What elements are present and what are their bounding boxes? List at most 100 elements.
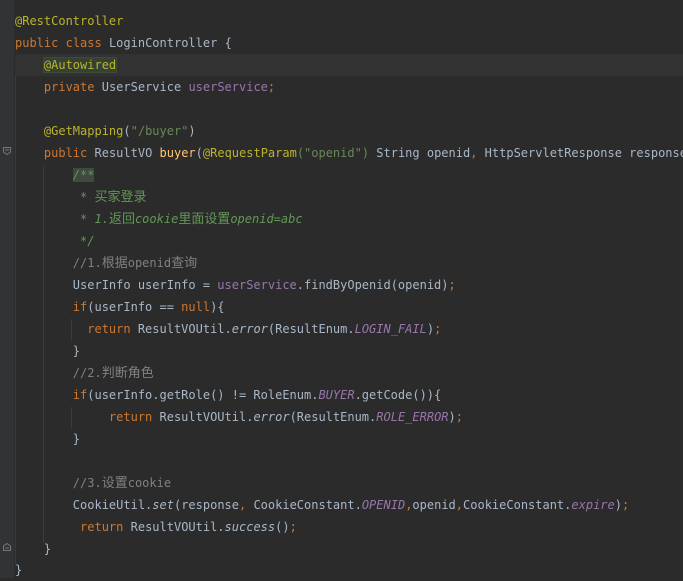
doc-comment: * 1. — [80, 212, 109, 226]
code-line[interactable]: * 买家登录 — [15, 186, 683, 208]
code-text: ResultVOUtil. — [130, 322, 232, 336]
code-line[interactable]: UserInfo userInfo = userService.findByOp… — [15, 274, 683, 296]
keyword: public — [43, 146, 88, 160]
string-literal: "/buyer" — [130, 124, 189, 138]
line-comment: 查询 — [171, 256, 198, 271]
code-text: userInfo = — [130, 278, 218, 292]
code-line[interactable]: */ — [15, 230, 683, 252]
semicolon: ; — [434, 322, 442, 336]
method-name: buyer — [159, 146, 196, 160]
brace: { — [224, 36, 232, 50]
parameter: HttpServletResponse response — [477, 146, 683, 160]
code-line[interactable]: @RestController — [15, 10, 683, 32]
code-line[interactable]: CookieUtil.set(response, CookieConstant.… — [15, 494, 683, 516]
code-line[interactable]: return ResultVOUtil.error(ResultEnum.LOG… — [15, 318, 683, 340]
code-text: () — [275, 520, 290, 534]
code-line[interactable]: private UserService userService; — [15, 76, 683, 98]
line-comment: //3. — [72, 476, 102, 490]
code-text: openid — [412, 498, 456, 512]
keyword: public — [15, 36, 59, 50]
enum-constant: ROLE_ERROR — [376, 410, 449, 424]
code-line[interactable]: public ResultVO buyer(@RequestParam("ope… — [15, 142, 683, 164]
code-line[interactable]: //2.判断角色 — [15, 362, 683, 384]
line-comment: cookie — [127, 476, 172, 490]
keyword: return — [87, 322, 131, 336]
code-text: (ResultEnum. — [267, 322, 355, 336]
doc-comment: cookie — [134, 212, 179, 226]
fold-icon[interactable] — [3, 147, 11, 155]
keyword: null — [181, 300, 211, 314]
code-line[interactable]: /** — [15, 164, 683, 186]
code-line[interactable]: if(userInfo.getRole() != RoleEnum.BUYER.… — [15, 384, 683, 406]
code-line[interactable]: if(userInfo == null){ — [15, 296, 683, 318]
enum-constant: BUYER — [318, 388, 355, 402]
paren: ( — [195, 146, 203, 160]
type-name: ResultVO — [94, 146, 153, 160]
doc-comment-text: 里面设置 — [178, 212, 231, 227]
semicolon: ; — [448, 278, 456, 292]
code-editor[interactable]: @RestController public class LoginContro… — [0, 0, 683, 578]
paren: ( — [123, 124, 131, 138]
keyword: return — [108, 410, 153, 424]
code-text: ResultVOUtil. — [123, 520, 225, 534]
class-name: LoginController — [108, 36, 218, 50]
code-text: CookieConstant. — [463, 498, 572, 512]
code-line[interactable]: } — [15, 428, 683, 450]
code-line[interactable]: @GetMapping("/buyer") — [15, 120, 683, 142]
static-constant: OPENID — [361, 498, 406, 512]
doc-comment-text: 返回 — [108, 212, 135, 227]
semicolon: ; — [621, 498, 630, 512]
code-text: (ResultEnum. — [289, 410, 377, 424]
code-line[interactable]: //3.设置cookie — [15, 472, 683, 494]
annotation: @RequestParam — [202, 146, 297, 160]
static-method: error — [231, 322, 268, 336]
annotation: @Autowired — [42, 57, 118, 73]
field-name: userService — [188, 80, 268, 94]
semicolon: ; — [267, 80, 276, 94]
code-line[interactable]: } — [15, 538, 683, 560]
paren: ) — [448, 410, 456, 424]
static-method: set — [152, 498, 174, 512]
type-name: UserInfo — [72, 278, 131, 292]
static-method: error — [253, 410, 290, 424]
brace: } — [43, 542, 52, 556]
doc-comment: /** — [72, 168, 95, 182]
field-name: userService — [217, 278, 297, 292]
code-line[interactable]: return ResultVOUtil.success(); — [15, 516, 683, 538]
code-text: .getCode()){ — [354, 388, 442, 402]
enum-constant: LOGIN_FAIL — [354, 322, 427, 336]
semicolon: ; — [289, 520, 297, 534]
current-code-line[interactable]: @Autowired — [15, 54, 683, 76]
brace: ){ — [210, 300, 225, 314]
static-constant: expire — [571, 498, 615, 512]
code-text: .findByOpenid(openid) — [296, 278, 449, 292]
string-literal: ("openid") — [296, 146, 370, 160]
brace: } — [15, 563, 23, 577]
code-line[interactable]: * 1.返回cookie里面设置openid=abc — [15, 208, 683, 230]
brace: } — [72, 432, 81, 446]
semicolon: ; — [455, 410, 463, 424]
code-line[interactable]: public class LoginController { — [15, 32, 683, 54]
unfold-icon[interactable] — [3, 543, 11, 551]
keyword: class — [65, 36, 102, 50]
keyword: return — [80, 520, 124, 534]
code-text: (response — [173, 498, 239, 512]
paren: ) — [426, 322, 435, 336]
line-comment: 判断角色 — [101, 366, 154, 381]
annotation: @GetMapping — [43, 124, 124, 138]
code-line[interactable]: //1.根据openid查询 — [15, 252, 683, 274]
paren: ) — [614, 498, 622, 512]
code-line[interactable]: return ResultVOUtil.error(ResultEnum.ROL… — [15, 406, 683, 428]
static-method: success — [224, 520, 276, 534]
type-name: UserService — [101, 80, 182, 94]
keyword: if — [72, 388, 88, 402]
code-text: (userInfo == — [87, 300, 182, 314]
line-comment: openid — [127, 256, 172, 270]
keyword: if — [72, 300, 88, 314]
editor-gutter — [0, 0, 14, 578]
doc-comment-text: 买家登录 — [94, 190, 147, 205]
code-text: CookieConstant. — [246, 498, 362, 512]
line-comment: //2. — [72, 366, 102, 380]
code-line[interactable]: } — [15, 340, 683, 362]
brace: } — [72, 344, 81, 358]
